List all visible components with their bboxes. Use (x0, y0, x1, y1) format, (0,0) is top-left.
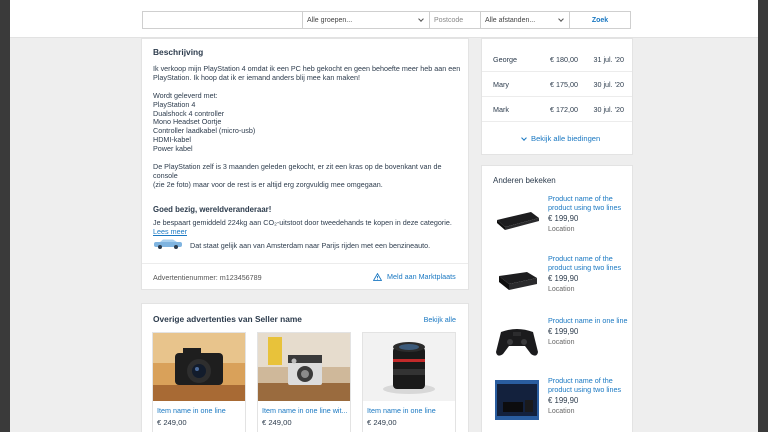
vintage-camera-photo (258, 333, 350, 401)
chevron-down-icon (418, 16, 424, 22)
read-more-link[interactable]: Lees meer (153, 227, 187, 236)
viewed-item-location: Location (548, 226, 575, 233)
eco-savings-text: Je bespaart gemiddeld 224kg aan CO₂-uits… (153, 218, 452, 227)
chevron-down-icon (558, 16, 564, 22)
others-viewed-card: Anderen bekeken Product name of the prod… (481, 165, 633, 432)
others-viewed-heading: Anderen bekeken (493, 176, 556, 185)
view-all-bids-link[interactable]: Bekijk alle biedingen (521, 134, 601, 143)
viewed-item-title: Product name in one line (548, 316, 628, 325)
search-bar: Alle groepen... Postcode Alle afstanden.… (10, 0, 758, 38)
bid-amount: € 180,00 (550, 55, 578, 64)
viewed-item-location: Location (548, 408, 575, 415)
search-button-label: Zoek (591, 16, 609, 24)
bids-card: George € 180,00 31 jul. '20 Mary € 175,0… (481, 38, 633, 155)
bid-date: 31 jul. '20 (593, 55, 624, 64)
distance-select-value: Alle afstanden... (485, 16, 536, 24)
other-listings-card: Overige advertenties van Seller name Bek… (141, 303, 469, 432)
group-select[interactable]: Alle groepen... (302, 11, 430, 29)
listing-title: Item name in one line wit... (262, 406, 348, 415)
viewed-item-title: Product name of the product using two li… (548, 194, 622, 212)
distance-select[interactable]: Alle afstanden... (480, 11, 570, 29)
listing-price: € 249,00 (262, 418, 292, 427)
bid-amount: € 172,00 (550, 105, 578, 114)
zip-input[interactable]: Postcode (429, 11, 481, 29)
page: Alle groepen... Postcode Alle afstanden.… (10, 0, 758, 432)
bidder-name: Mark (493, 105, 509, 114)
device-frame-right (758, 0, 768, 432)
viewed-item[interactable]: Product name of the product using two li… (482, 376, 632, 432)
bid-date: 30 jul. '20 (593, 80, 624, 89)
listing-price: € 249,00 (157, 418, 187, 427)
console-photo (493, 254, 541, 302)
viewed-item[interactable]: Product name of the product using two li… (482, 194, 632, 252)
viewed-item[interactable]: Product name in one line € 199,90 Locati… (482, 316, 632, 374)
ad-number: Advertentienummer: m123456789 (153, 273, 262, 282)
listing-price: € 249,00 (367, 418, 397, 427)
other-listings-heading: Overige advertenties van Seller name (153, 314, 302, 324)
lens-photo (363, 333, 455, 401)
viewed-item-price: € 199,90 (548, 327, 579, 336)
viewed-item-title: Product name of the product using two li… (548, 376, 622, 394)
viewed-item-location: Location (548, 339, 575, 346)
chevron-down-icon (521, 134, 527, 141)
eco-comparison-text: Dat staat gelijk aan van Amsterdam naar … (190, 241, 431, 250)
divider (142, 263, 468, 264)
group-select-value: Alle groepen... (307, 16, 353, 24)
view-all-bids-label: Bekijk alle biedingen (531, 134, 601, 143)
bid-row: George € 180,00 31 jul. '20 (482, 47, 632, 72)
report-label: Meld aan Marktplaats (387, 272, 456, 281)
viewed-item-location: Location (548, 286, 575, 293)
description-card: Beschrijving Ik verkoop mijn PlayStation… (141, 38, 469, 290)
report-link[interactable]: Meld aan Marktplaats (373, 272, 456, 281)
console-box-photo (493, 376, 541, 424)
eco-title: Goed bezig, wereldveranderaar! (153, 205, 272, 214)
listing-title: Item name in one line (157, 406, 226, 415)
controller-photo (493, 316, 541, 364)
bidder-name: George (493, 55, 517, 64)
search-button[interactable]: Zoek (569, 11, 631, 29)
bid-amount: € 175,00 (550, 80, 578, 89)
bid-row: Mark € 172,00 30 jul. '20 (482, 97, 632, 122)
viewed-item[interactable]: Product name of the product using two li… (482, 254, 632, 312)
device-frame-left (0, 0, 10, 432)
viewed-item-price: € 199,90 (548, 396, 579, 405)
zip-placeholder: Postcode (434, 16, 464, 24)
description-text: Ik verkoop mijn PlayStation 4 omdat ik e… (153, 64, 461, 189)
camera-photo (153, 333, 245, 401)
search-input[interactable] (142, 11, 303, 29)
view-all-link[interactable]: Bekijk alle (424, 315, 456, 324)
bid-date: 30 jul. '20 (593, 105, 624, 114)
listing-title: Item name in one line (367, 406, 436, 415)
viewed-item-price: € 199,90 (548, 214, 579, 223)
warning-icon (373, 272, 382, 281)
bidder-name: Mary (493, 80, 509, 89)
car-icon (154, 239, 182, 249)
listing-tile[interactable]: Item name in one line € 249,00 (362, 332, 456, 432)
viewed-item-price: € 199,90 (548, 274, 579, 283)
bid-row: Mary € 175,00 30 jul. '20 (482, 72, 632, 97)
viewed-item-title: Product name of the product using two li… (548, 254, 622, 272)
listing-tile[interactable]: Item name in one line wit... € 249,00 (257, 332, 351, 432)
listing-tile[interactable]: Item name in one line € 249,00 (152, 332, 246, 432)
console-photo (493, 194, 541, 242)
description-heading: Beschrijving (153, 47, 204, 57)
